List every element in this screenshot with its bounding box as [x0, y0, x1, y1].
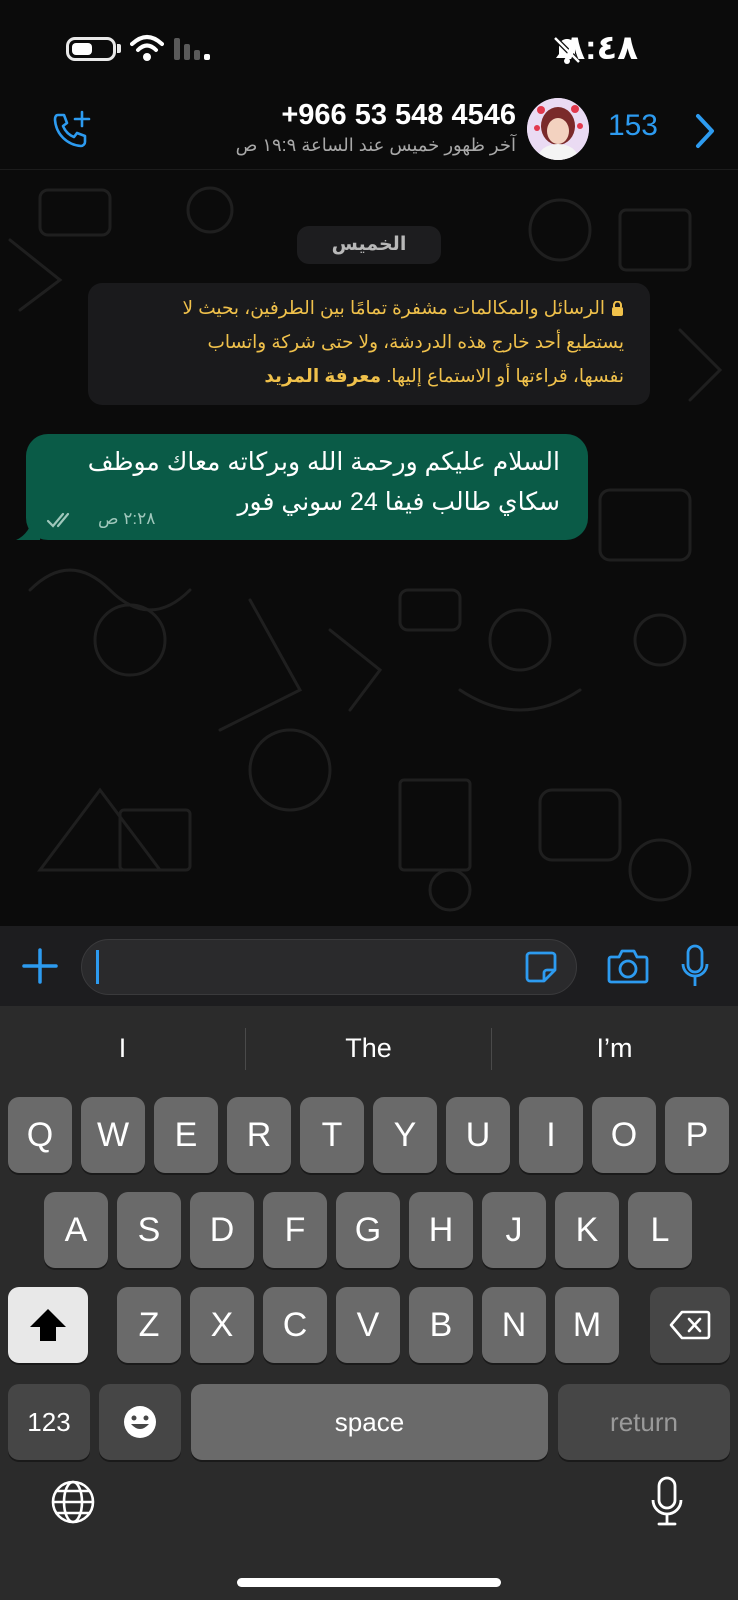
key-f[interactable]: F — [263, 1192, 327, 1268]
message-input[interactable] — [81, 939, 577, 995]
return-key[interactable]: return — [558, 1384, 730, 1460]
key-d[interactable]: D — [190, 1192, 254, 1268]
shift-key[interactable] — [8, 1287, 88, 1363]
plus-icon[interactable] — [22, 948, 58, 984]
dictation-mic-icon[interactable] — [650, 1476, 684, 1528]
emoji-key[interactable] — [99, 1384, 181, 1460]
encryption-line-1: الرسائل والمكالمات مشفرة تمامًا بين الطر… — [108, 291, 624, 325]
key-n[interactable]: N — [482, 1287, 546, 1363]
wifi-icon — [130, 35, 164, 61]
battery-icon — [66, 37, 116, 61]
backspace-icon — [669, 1310, 711, 1340]
date-chip: الخميس — [297, 226, 441, 264]
add-call-icon[interactable] — [50, 109, 92, 151]
chevron-back-icon[interactable] — [694, 113, 716, 149]
key-b[interactable]: B — [409, 1287, 473, 1363]
key-s[interactable]: S — [117, 1192, 181, 1268]
encryption-notice[interactable]: الرسائل والمكالمات مشفرة تمامًا بين الطر… — [88, 283, 650, 405]
key-l[interactable]: L — [628, 1192, 692, 1268]
double-check-icon — [46, 512, 70, 528]
cellular-signal-icon — [174, 38, 210, 60]
chat-header: +966 53 548 4546 آخر ظهور خميس عند الساع… — [0, 95, 738, 170]
key-y[interactable]: Y — [373, 1097, 437, 1173]
status-time: ٨:٤٨ — [564, 29, 638, 67]
avatar[interactable] — [527, 98, 589, 160]
text-caret — [96, 950, 99, 984]
message-bubble[interactable]: السلام عليكم ورحمة الله وبركاته معاك موظ… — [16, 434, 588, 540]
contact-phone[interactable]: +966 53 548 4546 — [281, 99, 516, 132]
emoji-icon — [124, 1406, 156, 1438]
key-x[interactable]: X — [190, 1287, 254, 1363]
globe-icon[interactable] — [50, 1479, 96, 1525]
suggestion-1[interactable]: I — [0, 1006, 245, 1090]
unread-count[interactable]: 153 — [608, 109, 658, 143]
key-h[interactable]: H — [409, 1192, 473, 1268]
keyboard: I The I’m Q W E R T Y U I O P A S D F G … — [0, 1006, 738, 1600]
key-u[interactable]: U — [446, 1097, 510, 1173]
battery-cap — [117, 44, 121, 53]
key-t[interactable]: T — [300, 1097, 364, 1173]
key-w[interactable]: W — [81, 1097, 145, 1173]
numbers-key[interactable]: 123 — [8, 1384, 90, 1460]
key-z[interactable]: Z — [117, 1287, 181, 1363]
key-a[interactable]: A — [44, 1192, 108, 1268]
key-o[interactable]: O — [592, 1097, 656, 1173]
key-e[interactable]: E — [154, 1097, 218, 1173]
key-i[interactable]: I — [519, 1097, 583, 1173]
key-j[interactable]: J — [482, 1192, 546, 1268]
learn-more-link[interactable]: معرفة المزيد — [264, 365, 381, 386]
key-m[interactable]: M — [555, 1287, 619, 1363]
key-k[interactable]: K — [555, 1192, 619, 1268]
suggestion-2[interactable]: The — [246, 1006, 491, 1090]
input-bar — [0, 926, 738, 1006]
microphone-icon[interactable] — [680, 944, 710, 988]
status-bar: ٨:٤٨ — [0, 0, 738, 95]
lock-icon — [611, 293, 624, 316]
key-v[interactable]: V — [336, 1287, 400, 1363]
message-time: ٢:٢٨ ص — [98, 509, 156, 528]
bubble-tail — [16, 514, 40, 540]
backspace-key[interactable] — [650, 1287, 730, 1363]
encryption-line-3: نفسها، قراءتها أو الاستماع إليها. معرفة … — [264, 365, 624, 386]
suggestion-3[interactable]: I’m — [492, 1006, 737, 1090]
camera-icon[interactable] — [607, 947, 649, 985]
key-r[interactable]: R — [227, 1097, 291, 1173]
encryption-line-2: يستطيع أحد خارج هذه الدردشة، ولا حتى شرك… — [207, 331, 624, 352]
chat-area[interactable]: الخميس الرسائل والمكالمات مشفرة تمامًا ب… — [0, 170, 738, 926]
space-key[interactable]: space — [191, 1384, 548, 1460]
last-seen: آخر ظهور خميس عند الساعة ١٩:٩ ص — [235, 135, 516, 155]
key-g[interactable]: G — [336, 1192, 400, 1268]
key-c[interactable]: C — [263, 1287, 327, 1363]
home-indicator — [237, 1578, 501, 1587]
shift-arrow-icon — [30, 1309, 66, 1341]
key-p[interactable]: P — [665, 1097, 729, 1173]
sticker-icon[interactable] — [524, 950, 558, 984]
key-q[interactable]: Q — [8, 1097, 72, 1173]
